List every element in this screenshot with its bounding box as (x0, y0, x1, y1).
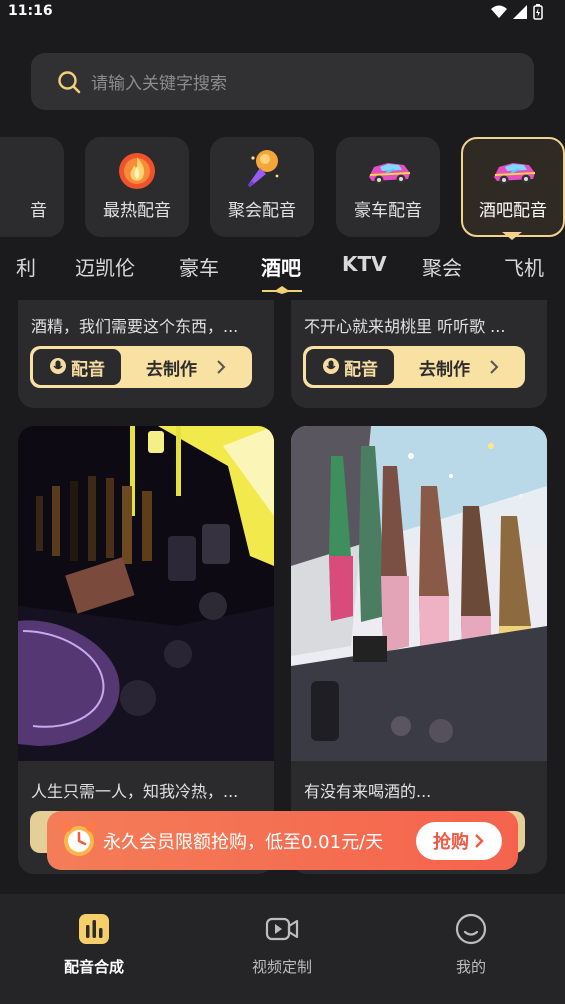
voice-card[interactable]: 有没有来喝酒的... (291, 426, 547, 874)
content-grid[interactable]: 酒精，我们需要这个东西，... 配音 去制作 不开心就来胡桃里 听听歌 ... … (0, 300, 565, 894)
dub-button[interactable]: 配音 (33, 349, 121, 385)
voice-card[interactable]: 不开心就来胡桃里 听听歌 ... 配音 去制作 (291, 300, 547, 408)
tab-item[interactable]: 豪车 (179, 252, 219, 281)
make-button[interactable]: 去制作 (146, 355, 197, 380)
bar-table-photo (18, 426, 274, 761)
status-bar: 11:16 (0, 0, 565, 26)
alarm-clock-icon (62, 822, 96, 856)
category-label: 豪车配音 (354, 201, 422, 221)
category-label: 酒吧配音 (479, 201, 547, 221)
nav-dubbing[interactable]: 配音合成 (24, 912, 164, 977)
tab-item[interactable]: 飞机 (504, 252, 544, 281)
microphone-icon (323, 358, 339, 374)
tab-item-active[interactable]: 酒吧 (261, 252, 301, 281)
category-card-hottest[interactable]: 最热配音 (85, 137, 189, 237)
search-placeholder: 请输入关键字搜索 (91, 74, 227, 94)
card-description: 人生只需一人，知我冷热，... (31, 782, 239, 801)
chevron-right-icon (217, 360, 226, 374)
category-label: 聚会配音 (228, 201, 296, 221)
card-description: 有没有来喝酒的... (304, 782, 432, 801)
category-scroller[interactable]: 音 最热配音 聚会配音 豪车配音 酒吧配音 (0, 137, 565, 237)
voice-card[interactable]: 酒精，我们需要这个东西，... 配音 去制作 (18, 300, 274, 408)
sports-car-icon (369, 163, 411, 185)
video-camera-icon (265, 917, 299, 941)
microphone-icon (50, 358, 66, 374)
category-card-bar[interactable]: 酒吧配音 (461, 137, 565, 237)
search-icon (58, 70, 81, 93)
search-bar[interactable]: 请输入关键字搜索 (31, 53, 534, 110)
promo-text: 永久会员限额抢购，低至0.01元/天 (103, 832, 384, 853)
status-time: 11:16 (8, 3, 53, 19)
promo-banner[interactable]: 永久会员限额抢购，低至0.01元/天 抢购 (47, 811, 518, 870)
card-action-bar: 配音 去制作 (30, 346, 252, 388)
status-icons (491, 4, 543, 20)
battery-icon (533, 4, 543, 20)
category-card-luxury-car[interactable]: 豪车配音 (336, 137, 440, 237)
profile-icon (455, 913, 487, 945)
card-description: 不开心就来胡桃里 听听歌 ... (304, 317, 506, 336)
category-label: 音 (30, 201, 47, 221)
chevron-right-icon (490, 360, 499, 374)
category-card-partial[interactable]: 音 (0, 137, 64, 237)
sports-car-icon (494, 163, 536, 185)
signal-icon (513, 5, 527, 19)
nav-profile[interactable]: 我的 (401, 912, 541, 977)
dub-label: 配音 (344, 359, 378, 380)
tab-item[interactable]: 聚会 (422, 252, 462, 281)
tab-item[interactable]: KTV (342, 252, 387, 276)
buy-label: 抢购 (433, 832, 469, 853)
tab-indicator (262, 286, 302, 294)
nav-label: 视频定制 (251, 958, 312, 976)
nav-label: 配音合成 (63, 958, 124, 976)
app-screen: 11:16 请输入关键字搜索 音 最热配音 聚会配音 豪车配音 酒吧配音 利 迈… (0, 0, 565, 1004)
champagne-bottles-photo (291, 426, 547, 761)
category-label: 最热配音 (103, 201, 171, 221)
voice-card[interactable]: 人生只需一人，知我冷热，... (18, 426, 274, 874)
buy-button[interactable]: 抢购 (416, 822, 502, 860)
category-pointer (502, 232, 522, 240)
chevron-right-icon (475, 834, 484, 848)
fire-icon (119, 153, 155, 189)
card-action-bar: 配音 去制作 (303, 346, 525, 388)
microphone-icon (248, 150, 279, 187)
dub-button[interactable]: 配音 (306, 349, 394, 385)
category-card-party[interactable]: 聚会配音 (210, 137, 314, 237)
tab-item[interactable]: 利 (16, 252, 36, 281)
bar-chart-icon (79, 914, 109, 944)
nav-video[interactable]: 视频定制 (212, 912, 352, 977)
card-description: 酒精，我们需要这个东西，... (31, 317, 239, 336)
wifi-icon (491, 5, 507, 18)
nav-label: 我的 (455, 958, 486, 976)
bottom-navigation: 配音合成 视频定制 我的 (0, 894, 565, 1004)
make-button[interactable]: 去制作 (419, 355, 470, 380)
tab-item[interactable]: 迈凯伦 (75, 252, 135, 281)
dub-label: 配音 (71, 359, 105, 380)
